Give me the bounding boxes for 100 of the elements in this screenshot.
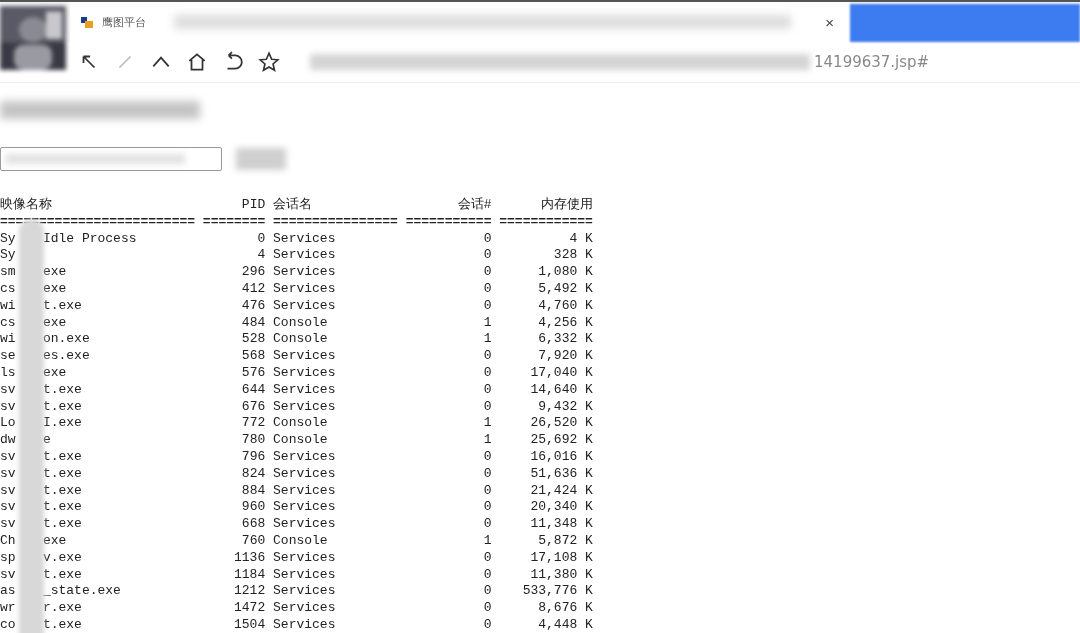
table-cell-text: Services bbox=[273, 281, 337, 298]
table-cell: exe bbox=[42, 281, 67, 298]
table-cell: on.exe bbox=[42, 331, 90, 349]
table-cell-text: 772 bbox=[240, 415, 266, 433]
table-cell-text: 26,520 K bbox=[529, 415, 593, 433]
address-bar[interactable]: 14199637.jsp# bbox=[310, 48, 1080, 76]
column-header: 映像名称 bbox=[0, 197, 53, 214]
table-cell-text: Services bbox=[273, 381, 337, 399]
table-cell-text: 1,080 K bbox=[537, 264, 593, 281]
table-cell-text: 568 bbox=[240, 348, 266, 365]
table-cell-text: 0 bbox=[482, 600, 492, 617]
table-cell-text: Services bbox=[273, 398, 337, 416]
table-cell: wi bbox=[0, 331, 16, 349]
table-cell: wr bbox=[0, 600, 16, 617]
table-cell: Lo bbox=[0, 415, 16, 433]
table-cell-text: Services bbox=[273, 600, 337, 617]
table-cell: sv bbox=[0, 516, 16, 533]
table-cell-text: 1 bbox=[482, 331, 492, 349]
table-cell: sm bbox=[0, 264, 16, 281]
table-cell-text: 11,380 K bbox=[529, 566, 593, 584]
table-cell-text: 533,776 K bbox=[521, 583, 593, 601]
table-cell-text: 4,256 K bbox=[537, 314, 593, 332]
table-cell-text: 0 bbox=[482, 247, 492, 265]
table-cell-text: 1 bbox=[482, 432, 492, 449]
table-cell-text: 1136 bbox=[233, 549, 266, 567]
table-cell-text: 21,424 K bbox=[529, 482, 593, 500]
table-cell: t.exe bbox=[42, 499, 82, 517]
table-cell: t.exe bbox=[42, 566, 82, 584]
table-cell-text: 51,636 K bbox=[529, 465, 593, 483]
table-cell: t.exe bbox=[42, 465, 82, 483]
table-cell-text: 9,432 K bbox=[537, 398, 593, 416]
column-header: 会话# bbox=[456, 197, 492, 214]
table-cell-text: 1 bbox=[482, 314, 492, 332]
table-cell-text: Services bbox=[273, 264, 337, 281]
table-cell-text: 8,676 K bbox=[537, 600, 593, 617]
table-cell: t.exe bbox=[42, 516, 82, 533]
table-cell-text: 0 bbox=[482, 465, 492, 483]
table-cell-text: 6,332 K bbox=[537, 331, 593, 349]
table-cell-text: 0 bbox=[482, 398, 492, 416]
table-cell-text: 668 bbox=[240, 516, 266, 533]
table-cell-text: 4 bbox=[256, 247, 266, 265]
table-cell-text: 20,340 K bbox=[529, 499, 593, 517]
table-cell: cs bbox=[0, 281, 16, 298]
separator-text: ================ bbox=[273, 213, 398, 231]
table-cell-text: Services bbox=[273, 499, 337, 517]
table-cell-text: 16,016 K bbox=[529, 448, 593, 466]
table-cell: exe bbox=[42, 532, 67, 550]
table-cell: sv bbox=[0, 566, 16, 584]
input-field[interactable] bbox=[0, 147, 222, 171]
table-cell: I.exe bbox=[42, 415, 82, 433]
table-cell: t.exe bbox=[42, 448, 82, 466]
table-cell-text: 960 bbox=[240, 499, 266, 517]
table-cell-text: Services bbox=[273, 230, 337, 248]
separator-text: ============ bbox=[499, 213, 593, 231]
table-cell: Ch bbox=[0, 532, 16, 550]
table-cell: sv bbox=[0, 381, 16, 399]
table-cell: t.exe bbox=[42, 398, 82, 416]
table-cell-text: 0 bbox=[482, 381, 492, 399]
table-cell-text: Services bbox=[273, 448, 337, 466]
table-cell: exe bbox=[42, 364, 67, 382]
table-cell: Idle Process bbox=[42, 230, 137, 248]
close-tab-button[interactable]: × bbox=[819, 13, 840, 31]
table-cell-text: 1504 bbox=[233, 616, 266, 633]
separator-text: ======== bbox=[202, 213, 266, 231]
browser-tab[interactable]: 鹰图平台 × bbox=[70, 2, 850, 42]
table-cell: sp bbox=[0, 549, 16, 567]
star-icon bbox=[258, 51, 280, 73]
table-cell: cs bbox=[0, 314, 16, 332]
table-cell-text: 0 bbox=[482, 281, 492, 298]
tab-title: 鹰图平台 bbox=[102, 14, 146, 30]
table-cell: sv bbox=[0, 499, 16, 517]
table-cell-text: 14,640 K bbox=[529, 381, 593, 399]
table-cell-text: 1472 bbox=[233, 600, 266, 617]
table-cell-text: 644 bbox=[240, 381, 266, 399]
table-cell: sv bbox=[0, 448, 16, 466]
table-cell: e bbox=[42, 432, 51, 449]
table-cell-text: Console bbox=[273, 432, 329, 449]
table-cell-text: 4,448 K bbox=[537, 616, 593, 633]
table-cell-text: 0 bbox=[482, 264, 492, 281]
table-cell-text: 0 bbox=[482, 448, 492, 466]
table-cell-text: Services bbox=[273, 566, 337, 584]
table-cell: t.exe bbox=[42, 381, 82, 399]
table-cell-text: Services bbox=[273, 465, 337, 483]
table-cell-text: 17,108 K bbox=[529, 549, 593, 567]
table-cell-text: 476 bbox=[240, 297, 266, 315]
table-cell: wi bbox=[0, 297, 16, 315]
table-cell: exe bbox=[42, 264, 67, 281]
table-cell-text: 796 bbox=[240, 448, 266, 466]
table-cell-text: Services bbox=[273, 583, 337, 601]
table-cell-text: 0 bbox=[482, 348, 492, 365]
separator-text: =========== bbox=[405, 213, 492, 231]
table-cell-text: 1184 bbox=[233, 566, 266, 584]
table-cell-text: 824 bbox=[240, 465, 266, 483]
table-cell-text: 1 bbox=[482, 415, 492, 433]
table-cell-text: 0 bbox=[482, 616, 492, 633]
table-cell-text: 25,692 K bbox=[529, 432, 593, 449]
table-cell: Sy bbox=[0, 230, 16, 248]
table-cell-text: Services bbox=[273, 549, 337, 567]
table-cell: ls bbox=[0, 364, 16, 382]
table-cell: t.exe bbox=[42, 616, 82, 633]
